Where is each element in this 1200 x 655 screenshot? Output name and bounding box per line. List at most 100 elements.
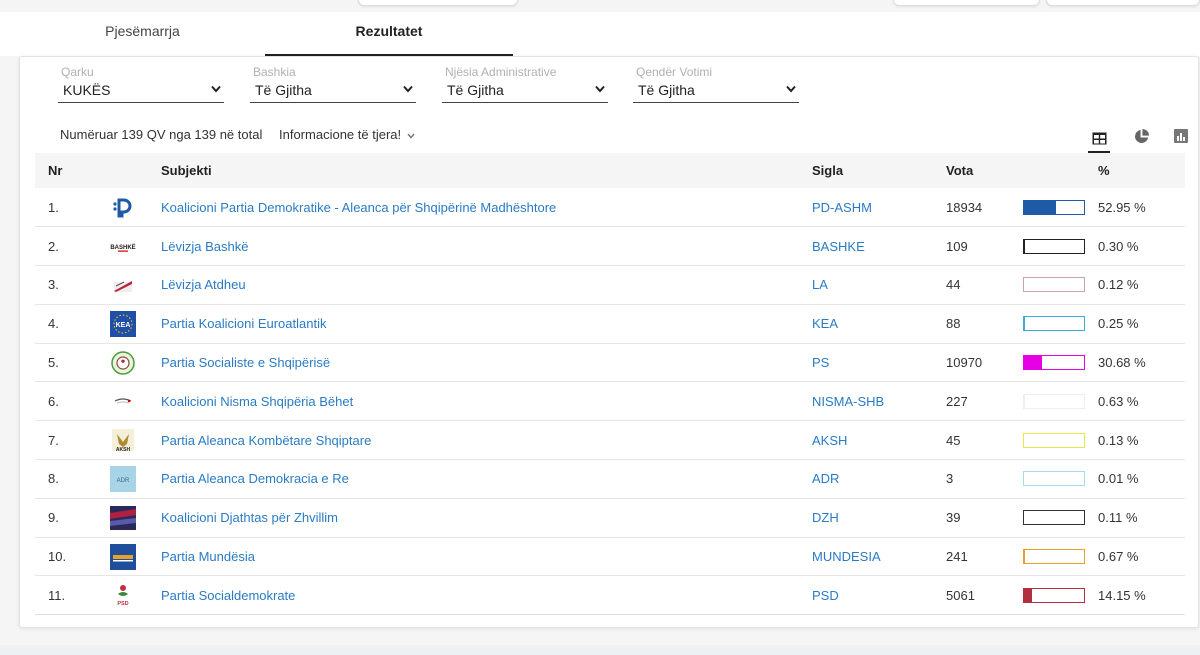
party-name-link[interactable]: Lëvizja Atdheu — [161, 277, 246, 292]
percent-value: 0.12 % — [1098, 265, 1185, 305]
party-name-link[interactable]: Partia Aleanca Demokracia e Re — [161, 471, 349, 486]
party-sigla-link[interactable]: PD-ASHM — [812, 200, 872, 215]
party-name-link[interactable]: Koalicioni Partia Demokratike - Aleanca … — [161, 200, 556, 215]
percent-bar — [1023, 549, 1085, 565]
filter-admin-unit-label: Njësia Administrative — [445, 65, 557, 79]
row-number: 5. — [35, 343, 85, 383]
party-name-link[interactable]: Partia Mundësia — [161, 549, 255, 564]
header-percent: % — [1098, 153, 1185, 188]
party-logo-cell — [85, 537, 160, 577]
party-logo-cell: BASHKË — [85, 226, 160, 267]
table-row: 6. Koalicioni Nisma Shqipëria Bëhet NISM… — [35, 381, 1185, 422]
filter-admin-unit-value: Të Gjitha — [447, 82, 504, 98]
header-logo — [85, 153, 160, 188]
party-sigla-link[interactable]: LA — [812, 277, 828, 292]
top-button-fragment[interactable] — [893, 0, 1040, 6]
filter-voting-center[interactable]: Qendër Votimi Të Gjitha — [633, 65, 799, 103]
header-bar — [1023, 153, 1098, 188]
header-subject: Subjekti — [160, 153, 812, 188]
party-name-link[interactable]: Koalicioni Nisma Shqipëria Bëhet — [161, 394, 353, 409]
bar-chart-icon[interactable] — [1170, 125, 1192, 147]
party-sigla-link[interactable]: ADR — [812, 471, 839, 486]
more-info-toggle[interactable]: Informacione të tjera! — [279, 127, 415, 142]
row-number: 11. — [35, 575, 85, 616]
party-sigla-link[interactable]: MUNDESIA — [812, 549, 881, 564]
party-name-link[interactable]: Partia Socialiste e Shqipërisë — [161, 355, 330, 370]
party-logo-cell: AKSH — [85, 420, 160, 461]
party-logo-cell — [85, 498, 160, 538]
chevron-down-icon — [786, 85, 796, 93]
table-row: 5. Partia Socialiste e Shqipërisë PS 109… — [35, 343, 1185, 383]
party-name-link[interactable]: Lëvizja Bashkë — [161, 239, 248, 254]
table-row: 10. Partia Mundësia MUNDESIA 241 0.67 % — [35, 537, 1185, 577]
percent-bar — [1023, 238, 1085, 254]
bashke-logo-icon: BASHKË — [110, 243, 135, 252]
party-name-link[interactable]: Partia Socialdemokrate — [161, 588, 295, 603]
party-logo-cell: KEA — [85, 304, 160, 344]
row-number: 9. — [35, 498, 85, 538]
votes-value: 88 — [946, 304, 1023, 344]
row-number: 8. — [35, 459, 85, 499]
percent-bar — [1023, 471, 1085, 487]
percent-value: 0.30 % — [1098, 226, 1185, 267]
percent-bar — [1023, 316, 1085, 332]
votes-value: 3 — [946, 459, 1023, 499]
percent-value: 0.63 % — [1098, 381, 1185, 422]
ps-logo-icon — [110, 350, 135, 375]
header-sigla: Sigla — [812, 153, 946, 188]
counted-info: Numëruar 139 QV nga 139 në total — [60, 127, 263, 142]
row-number: 2. — [35, 226, 85, 267]
results-card: Qarku KUKËS Bashkia Të Gjitha Njësia Adm… — [19, 56, 1199, 628]
top-strip — [0, 0, 1200, 12]
psd-logo-icon: PSD — [117, 585, 128, 607]
more-info-label: Informacione të tjera! — [279, 127, 402, 142]
nisma-logo-icon — [114, 398, 131, 404]
chevron-down-icon — [407, 133, 415, 139]
party-sigla-link[interactable]: KEA — [812, 316, 838, 331]
table-row: 9. Koalicioni Djathtas për Zhvillim DZH … — [35, 498, 1185, 538]
tab-participation[interactable]: Pjesëmarrja — [60, 22, 225, 56]
tab-results[interactable]: Rezultatet — [265, 22, 513, 56]
filter-county-label: Qarku — [61, 65, 94, 79]
votes-value: 44 — [946, 265, 1023, 305]
party-logo-cell: ADR — [85, 459, 160, 499]
percent-bar-fill — [1024, 356, 1043, 370]
top-button-fragment[interactable] — [1046, 0, 1200, 6]
chevron-down-icon — [403, 85, 413, 93]
table-view-icon[interactable] — [1088, 125, 1110, 153]
results-table: Nr Subjekti Sigla Vota % 1. Koalicioni P… — [35, 153, 1185, 616]
bottom-strip — [0, 645, 1200, 655]
party-sigla-link[interactable]: AKSH — [812, 433, 847, 448]
percent-bar — [1023, 510, 1085, 526]
filter-municipality[interactable]: Bashkia Të Gjitha — [250, 65, 416, 103]
top-button-fragment[interactable] — [358, 0, 518, 6]
pie-chart-icon[interactable] — [1130, 125, 1152, 147]
party-sigla-link[interactable]: BASHKE — [812, 239, 865, 254]
table-row: 11. PSD Partia Socialdemokrate PSD 5061 … — [35, 575, 1185, 616]
votes-value: 45 — [946, 420, 1023, 461]
svg-text:KEA: KEA — [115, 322, 130, 329]
svg-text:BASHKË: BASHKË — [110, 244, 135, 251]
percent-bar — [1023, 199, 1085, 215]
header-nr: Nr — [35, 153, 85, 188]
party-name-link[interactable]: Partia Koalicioni Euroatlantik — [161, 316, 326, 331]
party-sigla-link[interactable]: NISMA-SHB — [812, 394, 884, 409]
filter-admin-unit[interactable]: Njësia Administrative Të Gjitha — [442, 65, 608, 103]
votes-value: 109 — [946, 226, 1023, 267]
party-sigla-link[interactable]: DZH — [812, 510, 839, 525]
party-logo-cell — [85, 343, 160, 383]
votes-value: 241 — [946, 537, 1023, 577]
percent-value: 0.01 % — [1098, 459, 1185, 499]
svg-text:AKSH: AKSH — [115, 447, 130, 453]
party-name-link[interactable]: Koalicioni Djathtas për Zhvillim — [161, 510, 338, 525]
filter-county[interactable]: Qarku KUKËS — [58, 65, 224, 103]
row-number: 6. — [35, 381, 85, 422]
party-name-link[interactable]: Partia Aleanca Kombëtare Shqiptare — [161, 433, 371, 448]
party-sigla-link[interactable]: PSD — [812, 588, 839, 603]
party-logo-cell — [85, 381, 160, 422]
percent-value: 52.95 % — [1098, 188, 1185, 228]
percent-value: 0.11 % — [1098, 498, 1185, 538]
party-sigla-link[interactable]: PS — [812, 355, 829, 370]
pd-logo-icon — [111, 196, 134, 219]
filter-county-value: KUKËS — [63, 82, 111, 98]
